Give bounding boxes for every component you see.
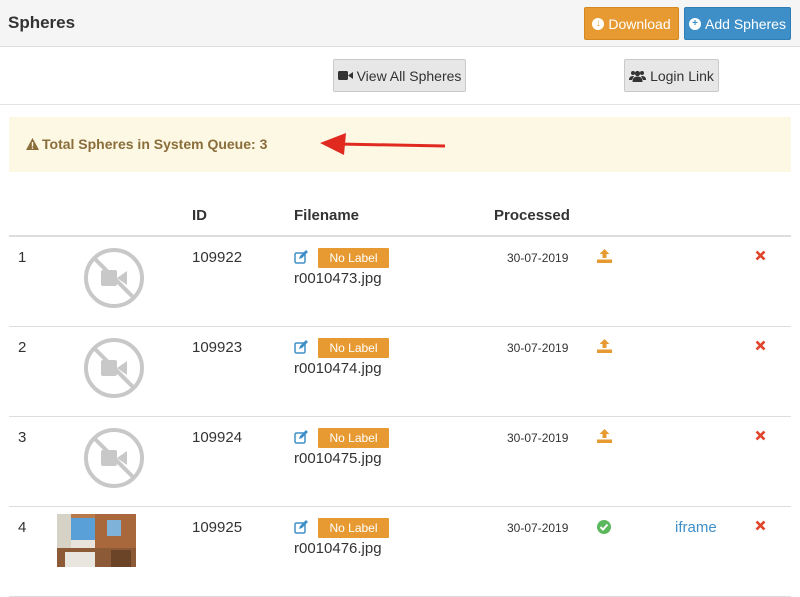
table-row: 4 109925 No Label r0010476.jpg 30-07-201… <box>9 507 791 597</box>
view-all-spheres-label: View All Spheres <box>356 67 462 84</box>
download-button[interactable]: ↓ Download <box>584 7 679 40</box>
table-row: 1 109922 No Label r0010473.jpg 30-07-201… <box>9 237 791 327</box>
label-badge[interactable]: No Label <box>318 518 389 538</box>
queue-alert-text: Total Spheres in System Queue: 3 <box>26 136 267 152</box>
filename: r0010473.jpg <box>294 270 382 287</box>
warning-icon <box>26 138 39 150</box>
processed-date: 30-07-2019 <box>507 251 569 265</box>
table-row: 3 109924 No Label r0010475.jpg 30-07-201… <box>9 417 791 507</box>
toolbar: View All Spheres Login Link <box>0 47 800 105</box>
row-id: 109923 <box>192 339 243 356</box>
red-arrow-annotation <box>320 133 446 155</box>
no-video-icon <box>84 248 144 308</box>
row-number: 2 <box>18 339 27 356</box>
add-spheres-button-label: Add Spheres <box>705 15 786 32</box>
delete-icon[interactable] <box>755 520 766 531</box>
login-link-label: Login Link <box>650 67 714 84</box>
processed-date: 30-07-2019 <box>507 431 569 445</box>
plus-circle-icon: + <box>689 17 702 30</box>
edit-icon[interactable] <box>294 250 309 264</box>
label-badge[interactable]: No Label <box>318 338 389 358</box>
view-all-spheres-button[interactable]: View All Spheres <box>333 59 466 92</box>
cloud-download-icon: ↓ <box>592 17 605 30</box>
column-header-filename[interactable]: Filename <box>294 207 359 224</box>
processed-date: 30-07-2019 <box>507 341 569 355</box>
row-number: 1 <box>18 249 27 266</box>
filename: r0010475.jpg <box>294 450 382 467</box>
column-header-processed[interactable]: Processed <box>494 207 570 224</box>
row-id: 109922 <box>192 249 243 266</box>
queue-alert-label: Total Spheres in System Queue: 3 <box>42 136 268 152</box>
add-spheres-button[interactable]: + Add Spheres <box>684 7 791 40</box>
row-id: 109925 <box>192 519 243 536</box>
edit-icon[interactable] <box>294 520 309 534</box>
label-badge[interactable]: No Label <box>318 428 389 448</box>
column-header-id[interactable]: ID <box>192 207 207 224</box>
delete-icon[interactable] <box>755 340 766 351</box>
delete-icon[interactable] <box>755 430 766 441</box>
table-row: 2 109923 No Label r0010474.jpg 30-07-201… <box>9 327 791 417</box>
login-link-button[interactable]: Login Link <box>624 59 719 92</box>
page-header: Spheres ↓ Download + Add Spheres <box>0 0 800 47</box>
filename: r0010474.jpg <box>294 360 382 377</box>
upload-icon[interactable] <box>597 339 612 353</box>
row-id: 109924 <box>192 429 243 446</box>
iframe-link[interactable]: iframe <box>675 519 717 536</box>
photo-thumbnail[interactable] <box>57 514 136 567</box>
upload-icon[interactable] <box>597 249 612 263</box>
video-camera-icon <box>337 71 353 80</box>
users-icon <box>629 70 647 82</box>
row-number: 4 <box>18 519 27 536</box>
no-video-icon <box>84 338 144 398</box>
check-circle-icon <box>597 520 611 534</box>
edit-icon[interactable] <box>294 430 309 444</box>
delete-icon[interactable] <box>755 250 766 261</box>
no-video-icon <box>84 428 144 488</box>
filename: r0010476.jpg <box>294 540 382 557</box>
edit-icon[interactable] <box>294 340 309 354</box>
row-number: 3 <box>18 429 27 446</box>
page-title: Spheres <box>8 13 76 32</box>
label-badge[interactable]: No Label <box>318 248 389 268</box>
download-button-label: Download <box>608 15 671 32</box>
upload-icon[interactable] <box>597 429 612 443</box>
processed-date: 30-07-2019 <box>507 521 569 535</box>
